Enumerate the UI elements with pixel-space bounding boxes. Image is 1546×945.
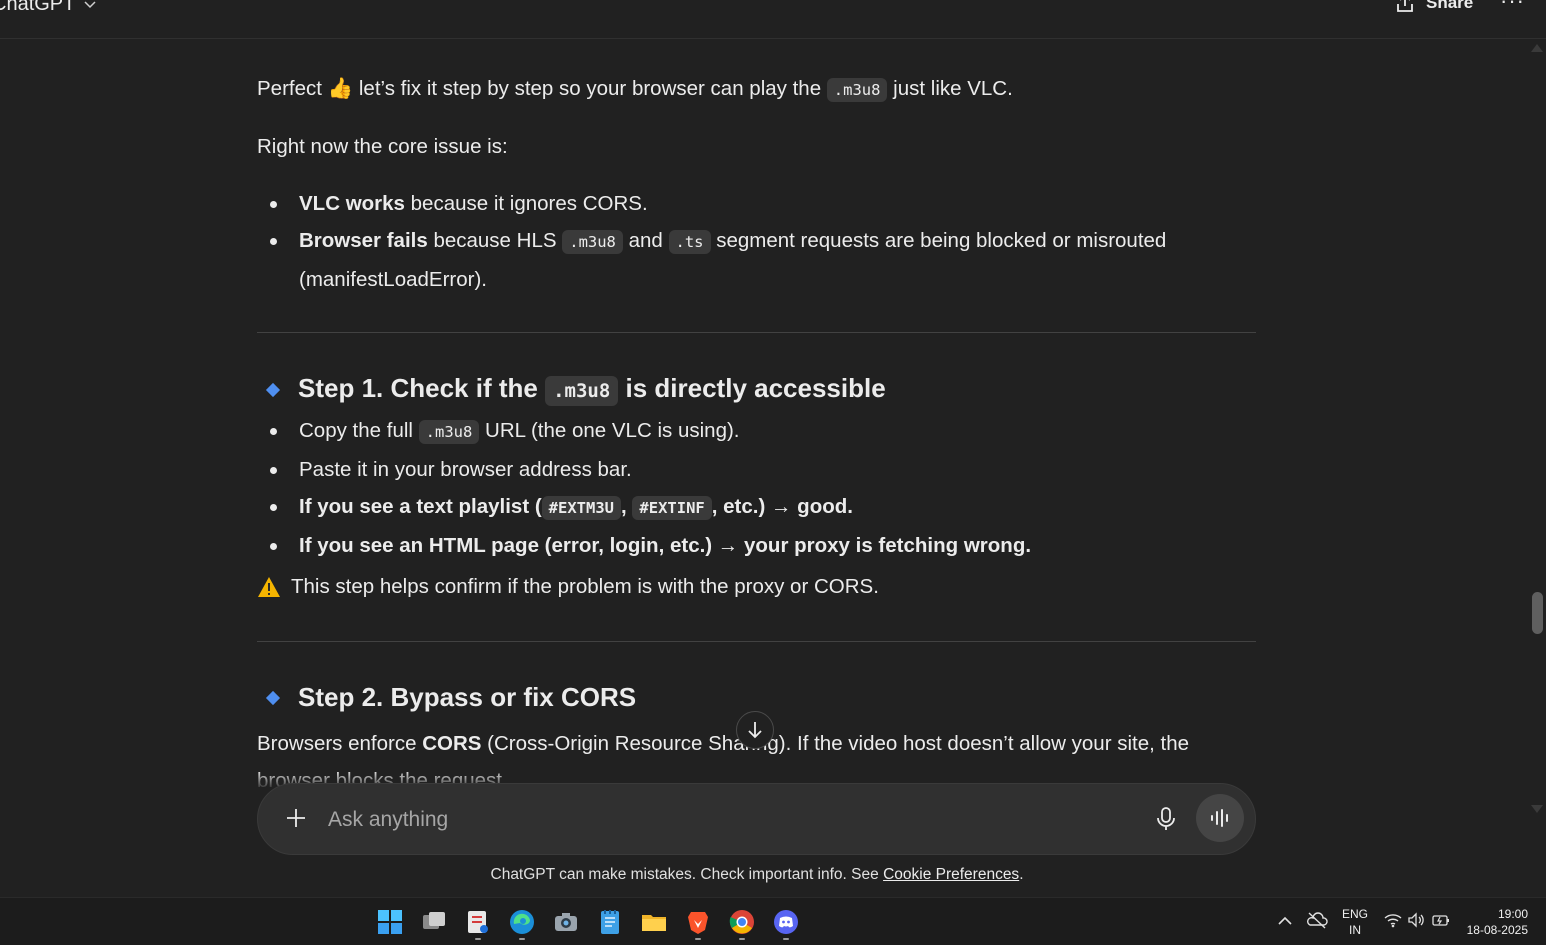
bold-text: VLC works [299,192,405,215]
issue-list: VLC works because it ignores CORS. Brows… [257,185,1257,298]
disclaimer-end: . [1019,866,1024,883]
share-label: Share [1426,0,1474,12]
intro-text: let’s fix it step by step so your browse… [353,77,827,100]
list-text: because HLS [427,229,563,252]
inline-code: #EXTINF [632,496,712,520]
bold-text: If you see a text playlist ( [299,495,542,518]
warning-text: This step helps confirm if the problem i… [291,575,879,598]
task-view-icon[interactable] [420,908,448,936]
intro-paragraph: Perfect 👍 let’s fix it step by step so y… [257,70,1013,109]
clock[interactable]: 19:00 18-08-2025 [1458,906,1528,938]
list-text: because it ignores CORS. [404,192,648,215]
edge-icon[interactable] [508,908,536,936]
onedrive-offline-icon[interactable] [1306,910,1328,930]
composer [257,783,1256,855]
top-bar: ChatGPT Share ··· [0,0,1546,39]
plus-icon[interactable] [282,804,310,832]
chevron-up-icon[interactable] [1276,912,1294,930]
list-item: VLC works because it ignores CORS. [257,185,1257,222]
inline-code: .m3u8 [826,78,888,102]
bold-text: CORS [422,732,482,755]
running-indicator [783,938,789,940]
divider [257,641,1256,642]
cookie-preferences-link[interactable]: Cookie Preferences [883,866,1019,883]
inline-code: #EXTM3U [541,496,621,520]
region-code: IN [1349,923,1361,937]
microphone-icon[interactable] [1154,806,1178,832]
scroll-up-arrow[interactable] [1531,44,1543,52]
intro-text: Perfect [257,77,328,100]
heading-text: Step 1. Check if the [298,373,546,403]
inline-code: .ts [668,230,711,254]
file-explorer-icon[interactable] [640,908,668,936]
volume-icon[interactable] [1407,912,1425,928]
disclaimer: ChatGPT can make mistakes. Check importa… [0,866,1514,884]
model-selector[interactable]: ChatGPT [0,0,97,16]
windows-start-icon[interactable] [376,908,404,936]
list-text: Paste it in your browser address bar. [299,458,632,481]
thumbs-up-emoji: 👍 [327,77,354,100]
list-text: Copy the full [299,419,419,442]
blue-diamond-icon [265,382,281,398]
heading-text: Step 2. Bypass or fix CORS [298,682,637,712]
chevron-down-icon [84,0,96,8]
divider [257,332,1256,333]
running-indicator [739,938,745,940]
bold-text: If you see an HTML page (error, login, e… [299,534,1032,557]
step1-list: Copy the full .m3u8 URL (the one VLC is … [257,412,1257,564]
list-item: Browser fails because HLS .m3u8 and .ts … [257,222,1257,298]
camera-icon[interactable] [552,908,580,936]
app-title: ChatGPT [0,0,76,15]
running-indicator [695,938,701,940]
warning-icon [258,576,280,597]
list-text: URL (the one VLC is using). [479,419,740,442]
bold-text: , etc.) → good. [711,495,853,518]
time: 19:00 [1497,907,1528,921]
core-issue-paragraph: Right now the core issue is: [257,135,508,158]
list-item: If you see a text playlist (#EXTM3U, #EX… [257,488,1257,527]
warning-note: This step helps confirm if the problem i… [257,568,879,605]
list-item: Copy the full .m3u8 URL (the one VLC is … [257,412,1257,451]
inline-code: .m3u8 [545,376,619,406]
date: 18-08-2025 [1466,923,1528,937]
intro-text: just like VLC. [887,77,1013,100]
bold-text: Browser fails [299,229,428,252]
share-icon [1397,0,1413,12]
bold-text: , [621,495,633,518]
brave-browser-icon[interactable] [684,908,712,936]
list-item: Paste it in your browser address bar. [257,451,1257,488]
step1-heading: Step 1. Check if the .m3u8 is directly a… [265,370,886,410]
language-code: ENG [1341,907,1368,921]
voice-mode-button[interactable] [1196,794,1244,842]
input-language[interactable]: ENG IN [1340,906,1370,938]
step2-heading: Step 2. Bypass or fix CORS [265,679,637,716]
scroll-down-arrow[interactable] [1531,805,1543,813]
arrow-down-icon [748,722,762,739]
heading-text: is directly accessible [618,373,886,403]
scroll-to-bottom-button[interactable] [736,711,774,749]
running-indicator [475,938,481,940]
ask-input[interactable] [326,800,1110,840]
running-indicator [519,938,525,940]
scrollbar-thumb[interactable] [1532,592,1543,634]
share-button[interactable]: Share [1394,0,1473,14]
battery-charging-icon[interactable] [1432,912,1450,928]
paragraph-text: Browsers enforce [257,732,423,755]
inline-code: .m3u8 [418,420,480,444]
inline-code: .m3u8 [562,230,623,254]
list-item: If you see an HTML page (error, login, e… [257,527,1257,564]
blue-diamond-icon [265,690,281,705]
wifi-icon[interactable] [1384,912,1402,928]
chrome-icon[interactable] [728,908,756,936]
more-options-button[interactable]: ··· [1500,0,1525,14]
list-text: and [622,229,669,252]
snipping-tool-icon[interactable] [464,908,492,936]
discord-icon[interactable] [772,908,800,936]
taskbar: ENG IN 19:00 18-08-2025 [0,897,1546,945]
voice-wave-icon [1211,809,1228,827]
disclaimer-text: ChatGPT can make mistakes. Check importa… [490,866,884,883]
notepad-icon[interactable] [596,908,624,936]
